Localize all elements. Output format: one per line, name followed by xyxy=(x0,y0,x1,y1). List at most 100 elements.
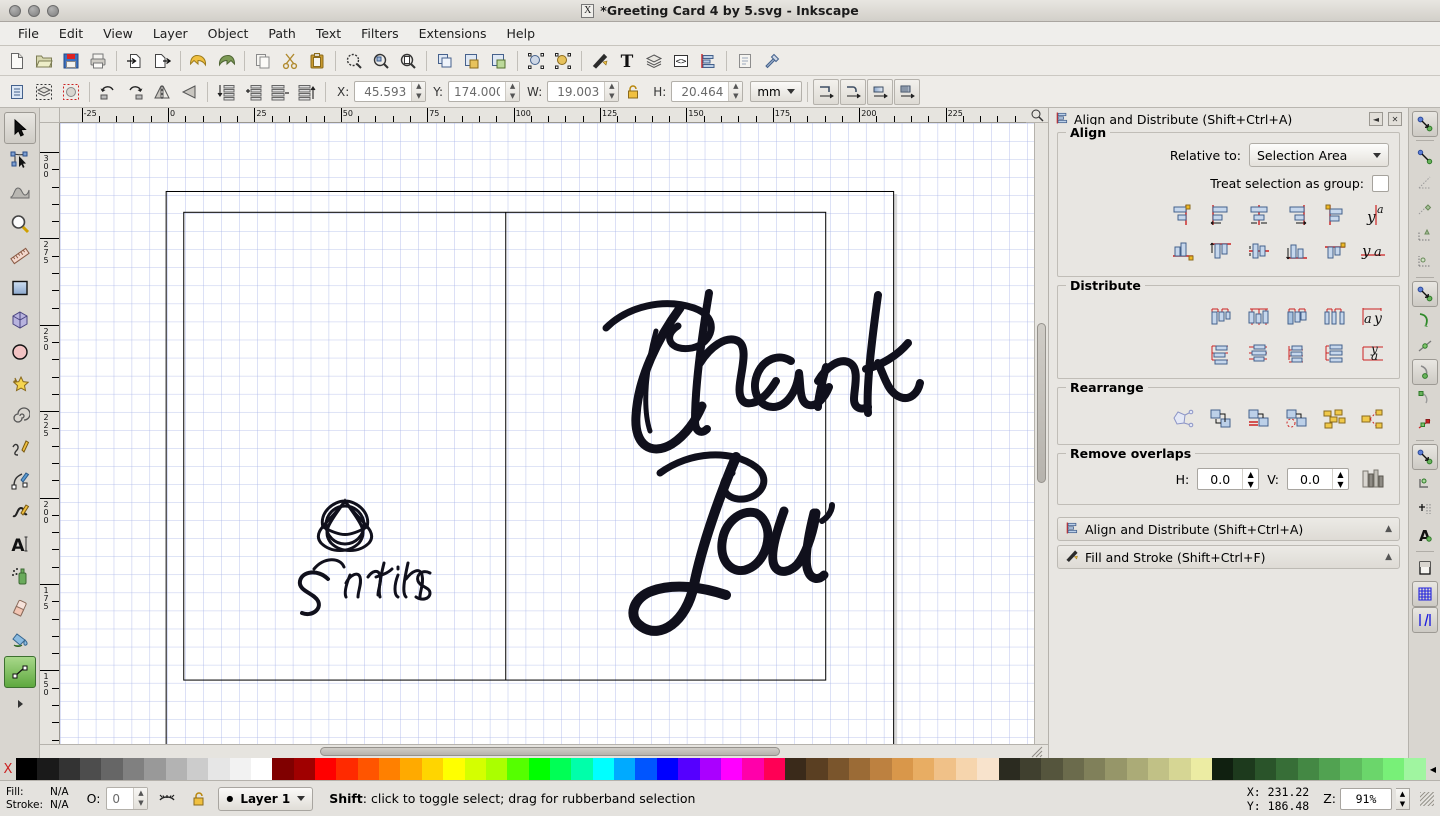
undo-icon[interactable] xyxy=(186,48,212,74)
palette-swatch[interactable] xyxy=(1340,758,1362,780)
zoom-value[interactable]: 91% xyxy=(1340,787,1392,810)
center-on-vertical-axis-icon[interactable] xyxy=(1243,200,1275,230)
rotate-cw-icon[interactable] xyxy=(122,79,148,105)
distribute-vertical-gaps-icon[interactable] xyxy=(1319,338,1351,368)
horizontal-scrollbar[interactable] xyxy=(40,744,1026,758)
y-field[interactable]: ▲▼ xyxy=(448,81,521,102)
deselect-icon[interactable] xyxy=(58,79,84,105)
align-left-edges-icon[interactable] xyxy=(1205,200,1237,230)
unclump-objects-icon[interactable] xyxy=(1357,404,1389,434)
box3d-tool[interactable] xyxy=(4,304,36,336)
duplicate-icon[interactable] xyxy=(432,48,458,74)
palette-swatch[interactable] xyxy=(379,758,401,780)
palette-swatch[interactable] xyxy=(849,758,871,780)
eye-closed-icon[interactable] xyxy=(154,786,180,812)
relative-to-select[interactable]: Selection Area xyxy=(1249,143,1389,167)
palette-swatch[interactable] xyxy=(528,758,550,780)
align-top-edge-to-bottom-anchor-icon[interactable] xyxy=(1319,236,1351,266)
unit-selector[interactable]: mm xyxy=(750,81,802,102)
palette-swatch[interactable] xyxy=(315,758,337,780)
distribute-centers-horizontal-icon[interactable] xyxy=(1243,302,1275,332)
randomize-positions-icon[interactable] xyxy=(1319,404,1351,434)
align-and-distribute-icon[interactable] xyxy=(695,48,721,74)
gradient-tool[interactable] xyxy=(3,656,36,688)
palette-swatch[interactable] xyxy=(870,758,892,780)
palette-swatch[interactable] xyxy=(656,758,679,780)
palette-swatch[interactable] xyxy=(336,758,358,780)
palette-swatch[interactable] xyxy=(1383,758,1405,780)
exchange-positions-graph-icon[interactable] xyxy=(1167,404,1199,434)
align-bottom-edge-to-top-anchor-icon[interactable] xyxy=(1167,236,1199,266)
palette-swatch[interactable] xyxy=(122,758,145,780)
h-stepper[interactable]: ▲ ▼ xyxy=(728,82,743,101)
snap-nodes-paths-icon[interactable] xyxy=(1411,281,1438,307)
overlap-v-field[interactable]: 0.0 ▲ ▼ xyxy=(1287,468,1349,490)
group-icon[interactable] xyxy=(459,48,485,74)
layers-icon[interactable] xyxy=(641,48,667,74)
overlap-v-stepper[interactable]: ▲ ▼ xyxy=(1332,469,1348,489)
menu-text[interactable]: Text xyxy=(306,23,351,44)
snap-midpoints-line-segments-icon[interactable] xyxy=(1412,411,1438,437)
affect-patterns-icon[interactable] xyxy=(893,78,920,105)
palette-swatch[interactable] xyxy=(1169,758,1191,780)
snap-text-baselines-icon[interactable]: A xyxy=(1412,522,1438,548)
palette-swatch[interactable] xyxy=(80,758,102,780)
selector-tool[interactable] xyxy=(3,112,36,144)
x-stepper[interactable]: ▲ ▼ xyxy=(411,82,426,101)
raise-icon[interactable] xyxy=(267,79,293,105)
more-tools-arrow[interactable] xyxy=(4,688,36,720)
palette-menu-arrow-icon[interactable]: ◀ xyxy=(1426,758,1440,780)
copy-icon[interactable] xyxy=(250,48,276,74)
exchange-positions-zorder-icon[interactable] xyxy=(1243,404,1275,434)
no-color-swatch[interactable]: X xyxy=(0,758,16,780)
palette-swatch[interactable] xyxy=(678,758,700,780)
palette-swatch[interactable] xyxy=(1276,758,1298,780)
opacity-field[interactable]: ▲▼ xyxy=(106,787,149,810)
palette-swatch[interactable] xyxy=(891,758,914,780)
opacity-stepper[interactable]: ▲ ▼ xyxy=(133,788,148,809)
overlap-h-stepper[interactable]: ▲ ▼ xyxy=(1242,469,1258,489)
snap-others-icon[interactable] xyxy=(1411,444,1438,470)
flip-vertical-icon[interactable] xyxy=(176,79,202,105)
select-all-layers-icon[interactable] xyxy=(31,79,57,105)
snap-bbox-centers-icon[interactable] xyxy=(1412,248,1438,274)
zoom-corner-icon[interactable] xyxy=(1026,108,1048,123)
palette-swatch[interactable] xyxy=(421,758,444,780)
palette-swatch[interactable] xyxy=(827,758,850,780)
palette-swatch[interactable] xyxy=(1404,758,1426,780)
lock-ratio-icon[interactable] xyxy=(620,79,646,105)
align-top-edges-icon[interactable] xyxy=(1205,236,1237,266)
menu-filters[interactable]: Filters xyxy=(351,23,408,44)
palette-swatch[interactable] xyxy=(763,758,785,780)
palette-swatch[interactable] xyxy=(250,758,273,780)
unlock-icon[interactable] xyxy=(186,786,212,812)
lower-icon[interactable] xyxy=(240,79,266,105)
palette-swatch[interactable] xyxy=(400,758,422,780)
palette-swatch[interactable] xyxy=(357,758,380,780)
snap-to-paths-icon[interactable] xyxy=(1412,307,1438,333)
align-left-edge-to-right-anchor-icon[interactable] xyxy=(1319,200,1351,230)
align-right-edge-to-left-anchor-icon[interactable] xyxy=(1167,200,1199,230)
palette-swatch[interactable] xyxy=(699,758,721,780)
inkscape-preferences-icon[interactable] xyxy=(759,48,785,74)
palette-swatch[interactable] xyxy=(977,758,999,780)
fill-and-stroke-icon[interactable] xyxy=(587,48,613,74)
palette-swatch[interactable] xyxy=(272,758,294,780)
palette-swatch[interactable] xyxy=(58,758,81,780)
palette-swatch[interactable] xyxy=(101,758,123,780)
snap-bounding-boxes-icon[interactable] xyxy=(1412,144,1438,170)
pencil-tool[interactable] xyxy=(4,432,36,464)
center-on-horizontal-axis-icon[interactable] xyxy=(1243,236,1275,266)
spiral-tool[interactable] xyxy=(4,400,36,432)
palette-swatch[interactable] xyxy=(549,758,572,780)
select-all-icon[interactable] xyxy=(4,79,30,105)
snap-page-border-icon[interactable] xyxy=(1412,555,1438,581)
open-document-icon[interactable] xyxy=(31,48,57,74)
object-properties-icon[interactable] xyxy=(523,48,549,74)
palette-swatch[interactable] xyxy=(37,758,59,780)
menu-object[interactable]: Object xyxy=(198,23,259,44)
enable-snapping-icon[interactable] xyxy=(1411,111,1438,137)
cut-icon[interactable] xyxy=(277,48,303,74)
menu-extensions[interactable]: Extensions xyxy=(409,23,497,44)
snap-path-intersections-icon[interactable] xyxy=(1412,333,1438,359)
